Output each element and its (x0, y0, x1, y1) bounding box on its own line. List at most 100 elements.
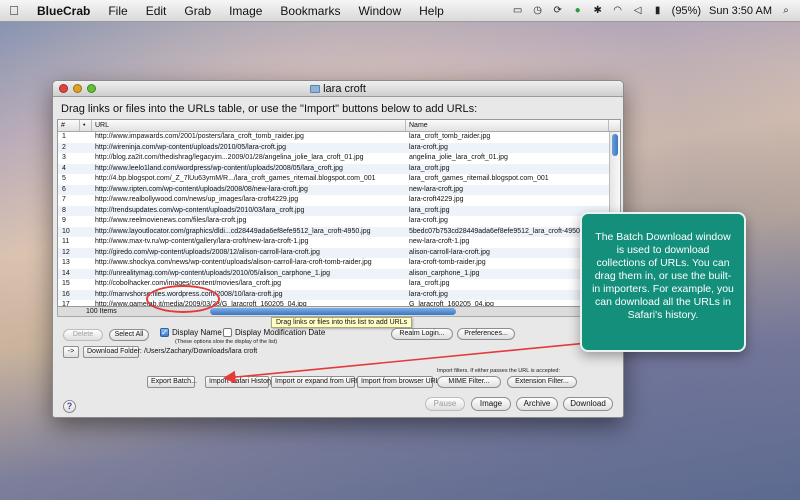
display-mod-date-box[interactable] (223, 328, 232, 337)
table-row[interactable]: 5 http://4.bp.blogspot.com/_Z_7lUu63ymM/R… (58, 174, 620, 185)
preferences-button[interactable]: Preferences... (457, 328, 515, 340)
row-status (80, 227, 92, 238)
display-name-checkbox[interactable]: ✓ Display Name (160, 328, 222, 337)
slow-display-note: (These options slow the display of the l… (175, 339, 278, 345)
row-name: lara-croft-tomb-raider.jpg (409, 259, 486, 266)
import-safari-history-button[interactable]: Import Safari History (205, 376, 273, 388)
highlight-ellipse (146, 285, 220, 313)
row-name: lara-croft.jpg (409, 217, 448, 224)
table-row[interactable]: 9 http://www.reelmovienews.com/files/lara… (58, 216, 620, 227)
display-name-label: Display Name (172, 328, 222, 337)
folder-icon (310, 85, 321, 93)
menu-image[interactable]: Image (220, 4, 271, 18)
row-url: http://www.ripten.com/wp-content/uploads… (95, 185, 308, 193)
url-table[interactable]: # • URL Name 1 http://www.impawards.com/2… (57, 119, 621, 307)
display-mod-date-checkbox[interactable]: Display Modification Date (223, 328, 325, 337)
row-url: http://www.gametab.it/media/2009/03/28/G… (95, 301, 307, 307)
row-name: new-lara-croft.jpg (409, 185, 464, 193)
row-name: 5bedc07b753cd28449ada6ef8efe9512_lara_cr… (409, 227, 580, 235)
spotlight-search-icon[interactable]: ⌕ (780, 5, 792, 17)
row-url: http://manvshorse.files.wordpress.com/20… (95, 290, 283, 298)
vertical-scroll-thumb[interactable] (612, 134, 618, 156)
row-name: lara_croft.jpg (409, 164, 450, 172)
row-name: alison-carroll-lara-croft.jpg (409, 248, 490, 256)
timemachine-icon[interactable]: ◷ (532, 5, 544, 17)
image-button[interactable]: Image (471, 397, 511, 411)
sync-icon[interactable]: ⟳ (552, 5, 564, 17)
row-number: 8 (62, 206, 66, 214)
help-button[interactable]: ? (63, 400, 76, 413)
menu-edit[interactable]: Edit (137, 4, 176, 18)
delete-button[interactable]: Delete (63, 329, 103, 341)
export-batch-button[interactable]: Export Batch... (147, 376, 197, 388)
instructions-text: Drag links or files into the URLs table,… (61, 103, 478, 115)
menu-file[interactable]: File (99, 4, 136, 18)
row-status (80, 185, 92, 196)
display-icon[interactable]: ▭ (512, 5, 524, 17)
display-name-check-icon[interactable]: ✓ (160, 328, 169, 337)
table-row[interactable]: 1 http://www.impawards.com/2001/posters/l… (58, 132, 620, 143)
row-name: angelina_jolie_lara_croft_01.jpg (409, 154, 508, 161)
horizontal-scroll-thumb[interactable] (210, 308, 456, 315)
download-folder-button[interactable]: Download Folder: (83, 346, 142, 358)
import-browser-url-button[interactable]: Import from browser URL (357, 376, 440, 388)
minimize-button[interactable] (73, 84, 82, 93)
import-filters-note: Import filters. If either passes the URL… (437, 368, 560, 374)
table-row[interactable]: 3 http://blog.za2it.com/thedishrag/legacy… (58, 153, 620, 164)
import-expand-url-button[interactable]: Import or expand from URL... (271, 376, 366, 388)
row-name: lara-croft.jpg (409, 290, 448, 298)
row-name: lara-croft.jpg (409, 143, 448, 151)
table-row[interactable]: 2 http://wireninja.com/wp-content/uploads… (58, 142, 620, 153)
pause-button[interactable]: Pause (425, 397, 465, 411)
row-url: http://cobolhacker.com/images/content/mo… (95, 280, 281, 287)
extension-filter-button[interactable]: Extension Filter... (507, 376, 577, 388)
skype-icon[interactable]: ● (572, 5, 584, 17)
table-row[interactable]: 10 http://www.layoutlocator.com/graphics/… (58, 226, 620, 238)
table-row[interactable]: 4 http://www.leelo1land.com/wordpress/wp-… (58, 163, 620, 175)
row-url: http://www.leelo1land.com/wordpress/wp-c… (95, 164, 343, 172)
mime-filter-button[interactable]: MIME Filter... (437, 376, 501, 388)
bluetooth-icon[interactable]: ✱ (592, 5, 604, 17)
volume-icon[interactable]: ◁ (632, 5, 644, 17)
row-url: http://www.reelmovienews.com/files/lara-… (95, 217, 247, 224)
col-header-dot[interactable]: • (80, 120, 92, 131)
realm-login-button[interactable]: Realm Login... (391, 328, 453, 340)
row-name: lara-croft4229.jpg (409, 196, 464, 203)
window-titlebar[interactable]: lara croft (53, 81, 623, 97)
table-row[interactable]: 8 http://trendsupdates.com/wp-content/upl… (58, 205, 620, 216)
wifi-icon[interactable]: ◠ (612, 5, 624, 17)
select-all-button[interactable]: Select All (109, 329, 149, 341)
battery-icon[interactable]: ▮ (652, 5, 664, 17)
table-row[interactable]: 11 http://www.max-tv.ru/wp-content/galler… (58, 237, 620, 248)
row-status (80, 164, 92, 175)
table-row[interactable]: 15 http://cobolhacker.com/images/content/… (58, 279, 620, 290)
col-header-name[interactable]: Name (406, 120, 609, 131)
download-button[interactable]: Download (563, 397, 613, 411)
table-body: 1 http://www.impawards.com/2001/posters/l… (58, 132, 620, 307)
arrow-button[interactable]: -> (63, 346, 79, 358)
table-row[interactable]: 17 http://www.gametab.it/media/2009/03/28… (58, 300, 620, 307)
table-row[interactable]: 12 http://giredo.com/wp-content/uploads/2… (58, 247, 620, 258)
row-status (80, 300, 92, 306)
menu-app-name[interactable]: BlueCrab (28, 4, 99, 18)
table-row[interactable]: 14 http://unrealitymag.com/wp-content/upl… (58, 268, 620, 279)
row-number: 16 (62, 290, 70, 298)
col-header-url[interactable]: URL (92, 120, 406, 131)
menubar-clock[interactable]: Sun 3:50 AM (709, 5, 772, 17)
apple-menu-icon[interactable]:  (0, 3, 28, 18)
table-row[interactable]: 7 http://www.realbollywood.com/news/up_im… (58, 195, 620, 206)
table-row[interactable]: 16 http://manvshorse.files.wordpress.com/… (58, 289, 620, 300)
menu-window[interactable]: Window (349, 4, 410, 18)
row-number: 5 (62, 175, 66, 182)
zoom-button[interactable] (87, 84, 96, 93)
row-status (80, 153, 92, 164)
menu-bookmarks[interactable]: Bookmarks (271, 4, 349, 18)
col-header-num[interactable]: # (58, 120, 80, 131)
table-row[interactable]: 6 http://www.ripten.com/wp-content/upload… (58, 184, 620, 196)
table-row[interactable]: 13 http://www.shockya.com/news/wp-content… (58, 258, 620, 269)
menu-grab[interactable]: Grab (175, 4, 220, 18)
row-status (80, 132, 92, 143)
close-button[interactable] (59, 84, 68, 93)
archive-button[interactable]: Archive (516, 397, 558, 411)
menu-help[interactable]: Help (410, 4, 453, 18)
